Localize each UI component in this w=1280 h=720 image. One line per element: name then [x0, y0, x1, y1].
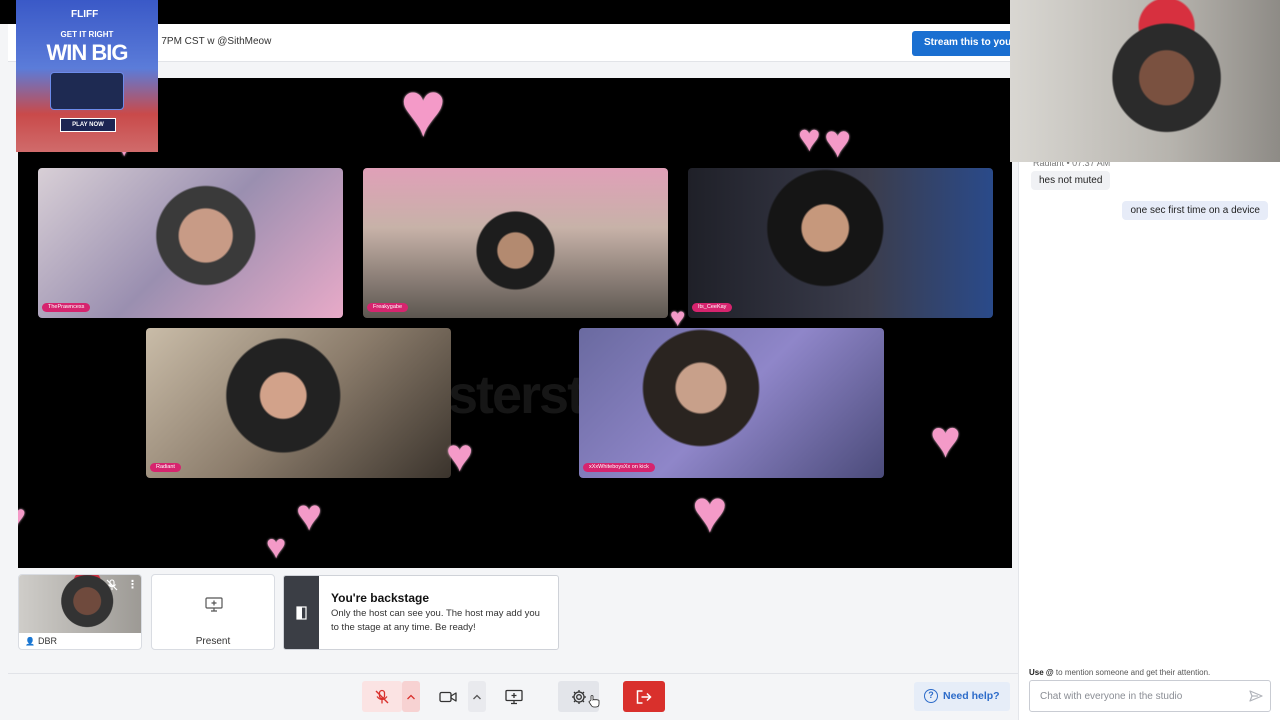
backstage-notice-bar: [284, 576, 319, 649]
ad-headline-large: WIN BIG: [46, 40, 129, 65]
ad-play-now-button[interactable]: PLAY NOW: [60, 118, 116, 132]
participant-tile[interactable]: Freakygabe: [363, 168, 668, 318]
present-label: Present: [195, 636, 231, 647]
self-camera-preview: [1010, 0, 1280, 162]
backstage-title: You're backstage: [331, 591, 430, 605]
mic-off-icon: [106, 579, 118, 591]
broadcast-title: g 7PM CST w @SithMeow: [153, 36, 272, 47]
screen-share-icon: [505, 689, 523, 704]
heart-icon: ♥: [798, 118, 821, 160]
stream-this-button[interactable]: Stream this to you: [912, 31, 1010, 56]
participant-name-tag: Freakygabe: [367, 303, 409, 312]
heart-icon: ♥: [18, 502, 26, 532]
participant-name-tag: ThePrawncess: [42, 303, 91, 312]
ad-headline-small: GET IT RIGHT: [60, 30, 114, 39]
heart-icon: ♥: [692, 478, 728, 545]
leave-studio-button[interactable]: [623, 681, 665, 712]
stage-watermark: sterst: [448, 365, 585, 425]
mic-off-icon: [375, 689, 389, 703]
chat-input[interactable]: [1029, 680, 1271, 712]
chat-hint-keyword: Use @: [1029, 668, 1054, 677]
participant-name-tag: Radiant: [150, 463, 181, 472]
chat-hint-text: to mention someone and get their attenti…: [1053, 668, 1211, 677]
chevron-up-icon: [407, 694, 415, 699]
backstage-notice: You're backstage Only the host can see y…: [283, 575, 559, 650]
chat-message: hes not muted: [1031, 171, 1111, 190]
exit-icon: [636, 689, 652, 704]
present-button[interactable]: Present: [151, 574, 275, 650]
heart-icon: ♥: [446, 429, 474, 481]
need-help-button[interactable]: ? Need help?: [914, 682, 1010, 711]
heart-icon: ♥: [670, 302, 686, 332]
camera-icon: [439, 691, 457, 702]
backstage-self-tile[interactable]: ⋮ 👤 DBR: [18, 574, 142, 650]
more-options-icon[interactable]: ⋮: [127, 578, 138, 591]
camera-options-button[interactable]: [468, 681, 486, 712]
help-icon: ?: [924, 689, 938, 703]
broadcast-stage: sterst ThePrawncess Freakygabe Its_CeeKa…: [18, 78, 1012, 568]
self-display-name: DBR: [37, 636, 57, 646]
mic-toggle-button[interactable]: [362, 681, 402, 712]
chat-message-own: one sec first time on a device: [1122, 201, 1268, 220]
ad-phone-graphic: [50, 72, 124, 110]
door-icon: [296, 606, 307, 620]
participant-tile[interactable]: xXxWhiteboysXx on kick: [579, 328, 884, 478]
participant-tile[interactable]: ThePrawncess: [38, 168, 343, 318]
participant-name-tag: xXxWhiteboysXx on kick: [583, 463, 655, 472]
chat-mention-hint: Use @ to mention someone and get their a…: [1029, 668, 1210, 677]
heart-icon: ♥: [824, 115, 852, 167]
participant-tile[interactable]: Radiant: [146, 328, 451, 478]
advertisement[interactable]: FLIFF GET IT RIGHT WIN BIG PLAY NOW: [16, 0, 158, 152]
share-screen-button[interactable]: [494, 681, 534, 712]
send-icon[interactable]: [1249, 690, 1263, 702]
self-video-thumbnail: [19, 575, 141, 633]
mouse-cursor-icon: [588, 695, 600, 708]
backstage-description: Only the host can see you. The host may …: [331, 608, 540, 633]
mic-options-button[interactable]: [402, 681, 420, 712]
person-icon: 👤: [25, 637, 35, 646]
heart-icon: ♥: [296, 491, 323, 540]
present-screen-icon: [205, 597, 223, 612]
chevron-up-icon: [473, 694, 481, 699]
toolbar-divider: [8, 673, 1018, 674]
need-help-label: Need help?: [943, 690, 1000, 702]
gear-icon: [571, 689, 586, 704]
self-tile-label: 👤 DBR: [25, 636, 57, 646]
participant-name-tag: Its_CeeKay: [692, 303, 733, 312]
studio-header: g 7PM CST w @SithMeow Stream this to you: [8, 24, 1010, 62]
participant-tile[interactable]: Its_CeeKay: [688, 168, 993, 318]
camera-toggle-button[interactable]: [428, 681, 468, 712]
ad-brand: FLIFF: [71, 9, 99, 20]
studio-screen: g 7PM CST w @SithMeow Stream this to you…: [0, 0, 1280, 720]
chat-panel: Radiant • 07:37 AM hes not muted one sec…: [1018, 158, 1280, 720]
heart-icon: ♥: [400, 78, 447, 153]
heart-icon: ♥: [930, 411, 961, 469]
heart-icon: ♥: [266, 528, 287, 566]
